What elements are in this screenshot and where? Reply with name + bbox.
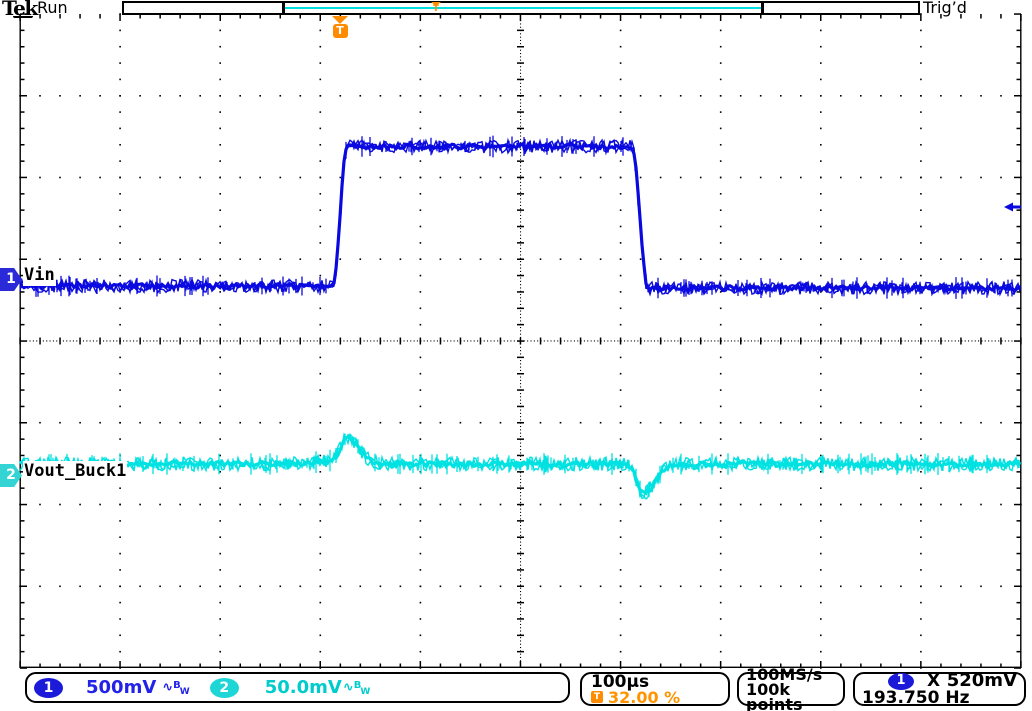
ac-coupling-icon: ∿ (162, 680, 173, 695)
bw-w: W (360, 687, 370, 697)
record-window-left-bracket (282, 3, 285, 13)
channel2-scale: 50.0mV (265, 677, 342, 698)
acquisition-readout[interactable]: 100MS/s 100k points (737, 672, 845, 706)
trigger-position-percent: 32.00 % (608, 690, 680, 705)
bandwidth-limit-icon: BW (354, 677, 371, 698)
trigger-t-icon: T (591, 691, 603, 703)
trigger-t-badge: T (333, 24, 348, 38)
trigger-source-badge[interactable]: 1 (888, 673, 914, 690)
record-view-bar[interactable]: T (122, 1, 920, 15)
record-window-right-bracket (761, 3, 764, 13)
graticule (19, 13, 1022, 669)
bandwidth-limit-icon: BW (173, 677, 190, 698)
trigger-status: Trig’d (923, 0, 967, 17)
acquisition-status: Run (37, 0, 68, 17)
trigger-slope-icon: X (927, 673, 940, 689)
trigger-t-label: T (430, 6, 442, 13)
channel1-scale: 500mV (86, 677, 156, 698)
record-trigger-marker-icon: T (430, 2, 442, 13)
tek-logo-underline (13, 16, 33, 18)
oscilloscope-screen: Tek Run Trig’d T T 1 2 Vin Vout_Buck1 1 … (0, 0, 1032, 711)
trigger-frequency: 193.750 Hz (862, 690, 1017, 706)
bw-w: W (180, 687, 190, 697)
channel1-badge[interactable]: 1 (34, 678, 63, 698)
channel1-trace-label: Vin (23, 265, 56, 286)
record-waveform-indicator (285, 7, 762, 9)
channel2-trace-label: Vout_Buck1 (23, 461, 127, 482)
vertical-scale-readout[interactable]: 1 500mV ∿ BW 2 50.0mV ∿ BW (25, 672, 570, 703)
record-length: 100k points (746, 682, 836, 711)
scope-display (0, 0, 1032, 711)
ac-coupling-icon: ∿ (343, 680, 354, 695)
triangle-down-icon (332, 16, 348, 24)
trigger-level-value: 520mV (947, 673, 1017, 689)
channel2-badge[interactable]: 2 (210, 678, 239, 698)
horizontal-readout[interactable]: 100µs T 32.00 % (580, 672, 730, 706)
trigger-readout[interactable]: 1 X 520mV 193.750 Hz (853, 672, 1026, 706)
trigger-position-marker[interactable]: T (331, 16, 349, 38)
